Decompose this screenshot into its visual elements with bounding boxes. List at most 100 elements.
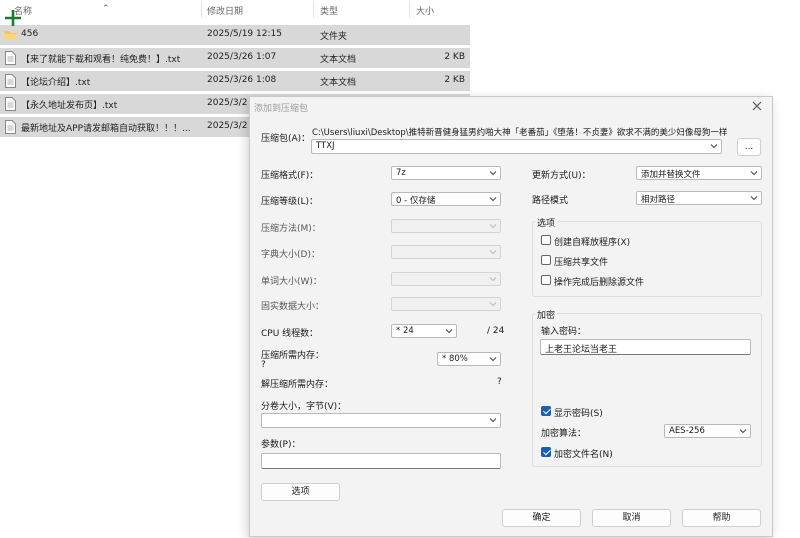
level-select[interactable]: 0 - 仅存储 [391,192,501,206]
show-password-label: 显示密码(S) [554,409,603,419]
file-name: 【论坛介绍】.txt [21,78,91,88]
cpu-value: * 24 [396,326,414,336]
mem-comp-value: * 80% [442,354,468,364]
shared-checkbox[interactable] [541,255,551,265]
chevron-down-icon [489,171,497,176]
solid-label: 固实数据大小： [261,302,325,312]
params-input[interactable] [261,453,501,469]
options-button[interactable]: 选项 [261,483,340,501]
word-label: 单词大小(W)： [261,277,322,287]
help-button[interactable]: 帮助 [682,509,761,527]
chevron-down-icon [445,329,453,334]
mem-decomp-q: ? [497,377,502,387]
chevron-down-icon [489,197,497,202]
text-file-icon [5,74,16,88]
chevron-down-icon [710,144,718,149]
file-size: 2 KB [444,75,465,85]
update-select[interactable]: 添加并替换文件 [636,166,762,180]
encrypt-method-select[interactable]: AES-256 [664,424,751,438]
file-row[interactable]: 【论坛介绍】.txt 2025/3/26 1:08 文本文档 2 KB [0,71,470,91]
cancel-button[interactable]: 取消 [592,509,671,527]
chevron-down-icon [489,357,497,362]
show-password-checkbox[interactable] [541,406,551,416]
column-size[interactable]: 大小 [416,4,434,17]
file-name: 456 [21,29,39,39]
file-type: 文本文档 [320,78,357,88]
delete-checkbox[interactable] [541,275,551,285]
split-label: 分卷大小，字节(V)： [261,402,347,412]
pathmode-select[interactable]: 相对路径 [636,191,762,205]
sfx-label: 创建自释放程序(X) [554,238,631,248]
sort-up-icon: ⌃ [102,4,110,14]
file-modified: 2025/3/2 [207,98,248,108]
encrypt-method-label: 加密算法： [541,429,587,439]
cpu-total: / 24 [487,326,505,336]
chevron-down-icon [489,224,497,229]
file-row[interactable]: 456 2025/5/19 12:15 文件夹 [0,25,470,45]
add-to-archive-dialog: 添加到压缩包 压缩包(A)： C:\Users\liuxi\Desktop\推特… [249,96,773,537]
column-type[interactable]: 类型 [320,4,338,17]
format-select[interactable]: 7z [391,166,501,180]
chevron-down-icon [489,302,497,307]
mem-comp-q: ? [261,360,266,370]
update-label: 更新方式(U)： [532,171,591,181]
archive-label: 压缩包(A)： [261,134,311,144]
dialog-title: 添加到压缩包 [254,104,309,114]
column-modified[interactable]: 修改日期 [207,4,243,17]
dict-select [391,245,501,259]
file-modified: 2025/3/26 1:08 [207,75,277,85]
level-value: 0 - 仅存储 [396,196,436,206]
browse-button[interactable]: ... [737,138,761,156]
mem-comp-label: 压缩所需内存： [261,351,325,361]
cpu-select[interactable]: * 24 [391,324,457,338]
pathmode-label: 路径模式 [532,196,569,206]
chevron-down-icon [750,196,758,201]
chevron-down-icon [739,429,747,434]
chevron-down-icon [489,418,497,423]
ok-button[interactable]: 确定 [502,509,581,527]
text-file-icon [5,97,16,111]
params-label: 参数(P)： [261,440,301,450]
delete-label: 操作完成后删除源文件 [554,278,645,288]
encrypt-names-checkbox[interactable] [541,447,551,457]
encrypt-names-label: 加密文件名(N) [554,450,613,460]
file-modified: 2025/3/2 [207,121,248,131]
chevron-down-icon [750,171,758,176]
shared-label: 压缩共享文件 [554,258,609,268]
format-label: 压缩格式(F)： [261,171,319,181]
file-size: 2 KB [444,52,465,62]
copy-cursor-icon [5,10,21,26]
encrypt-method-value: AES-256 [669,426,705,436]
password-label: 输入密码： [541,327,587,337]
chevron-down-icon [489,250,497,255]
level-label: 压缩等级(L)： [261,197,319,207]
format-value: 7z [396,168,406,178]
password-input[interactable]: 上老王论坛当老王 [540,339,751,355]
options-group-title: 选项 [535,216,558,229]
file-type: 文本文档 [320,55,357,65]
word-select [391,272,501,286]
file-name: 【来了就能下载和观看！纯免费！】.txt [21,55,181,65]
file-name: 最新地址及APP请发邮箱自动获取！！！... [21,124,191,134]
split-select[interactable] [261,413,501,428]
mem-comp-select[interactable]: * 80% [437,352,501,366]
archive-name-combo[interactable]: TTXJ [311,139,722,154]
password-value: 上老王论坛当老王 [545,345,618,355]
close-icon[interactable] [750,99,764,113]
mem-decomp-label: 解压缩所需内存： [261,380,334,390]
sfx-checkbox[interactable] [541,235,551,245]
encryption-group-title: 加密 [535,308,558,321]
dict-label: 字典大小(D)： [261,250,320,260]
text-file-icon [5,120,16,134]
folder-icon [4,31,17,40]
file-modified: 2025/3/26 1:07 [207,52,277,62]
file-row[interactable]: 【来了就能下载和观看！纯免费！】.txt 2025/3/26 1:07 文本文档… [0,48,470,68]
solid-select [391,297,501,311]
method-label: 压缩方法(M)： [261,224,321,234]
archive-path: C:\Users\liuxi\Desktop\推特新晋健身猛男约啪大神「老番茄」… [312,128,728,138]
text-file-icon [5,51,16,65]
file-modified: 2025/5/19 12:15 [207,29,282,39]
update-value: 添加并替换文件 [641,170,701,180]
chevron-down-icon [489,277,497,282]
archive-name-value: TTXJ [316,141,335,151]
